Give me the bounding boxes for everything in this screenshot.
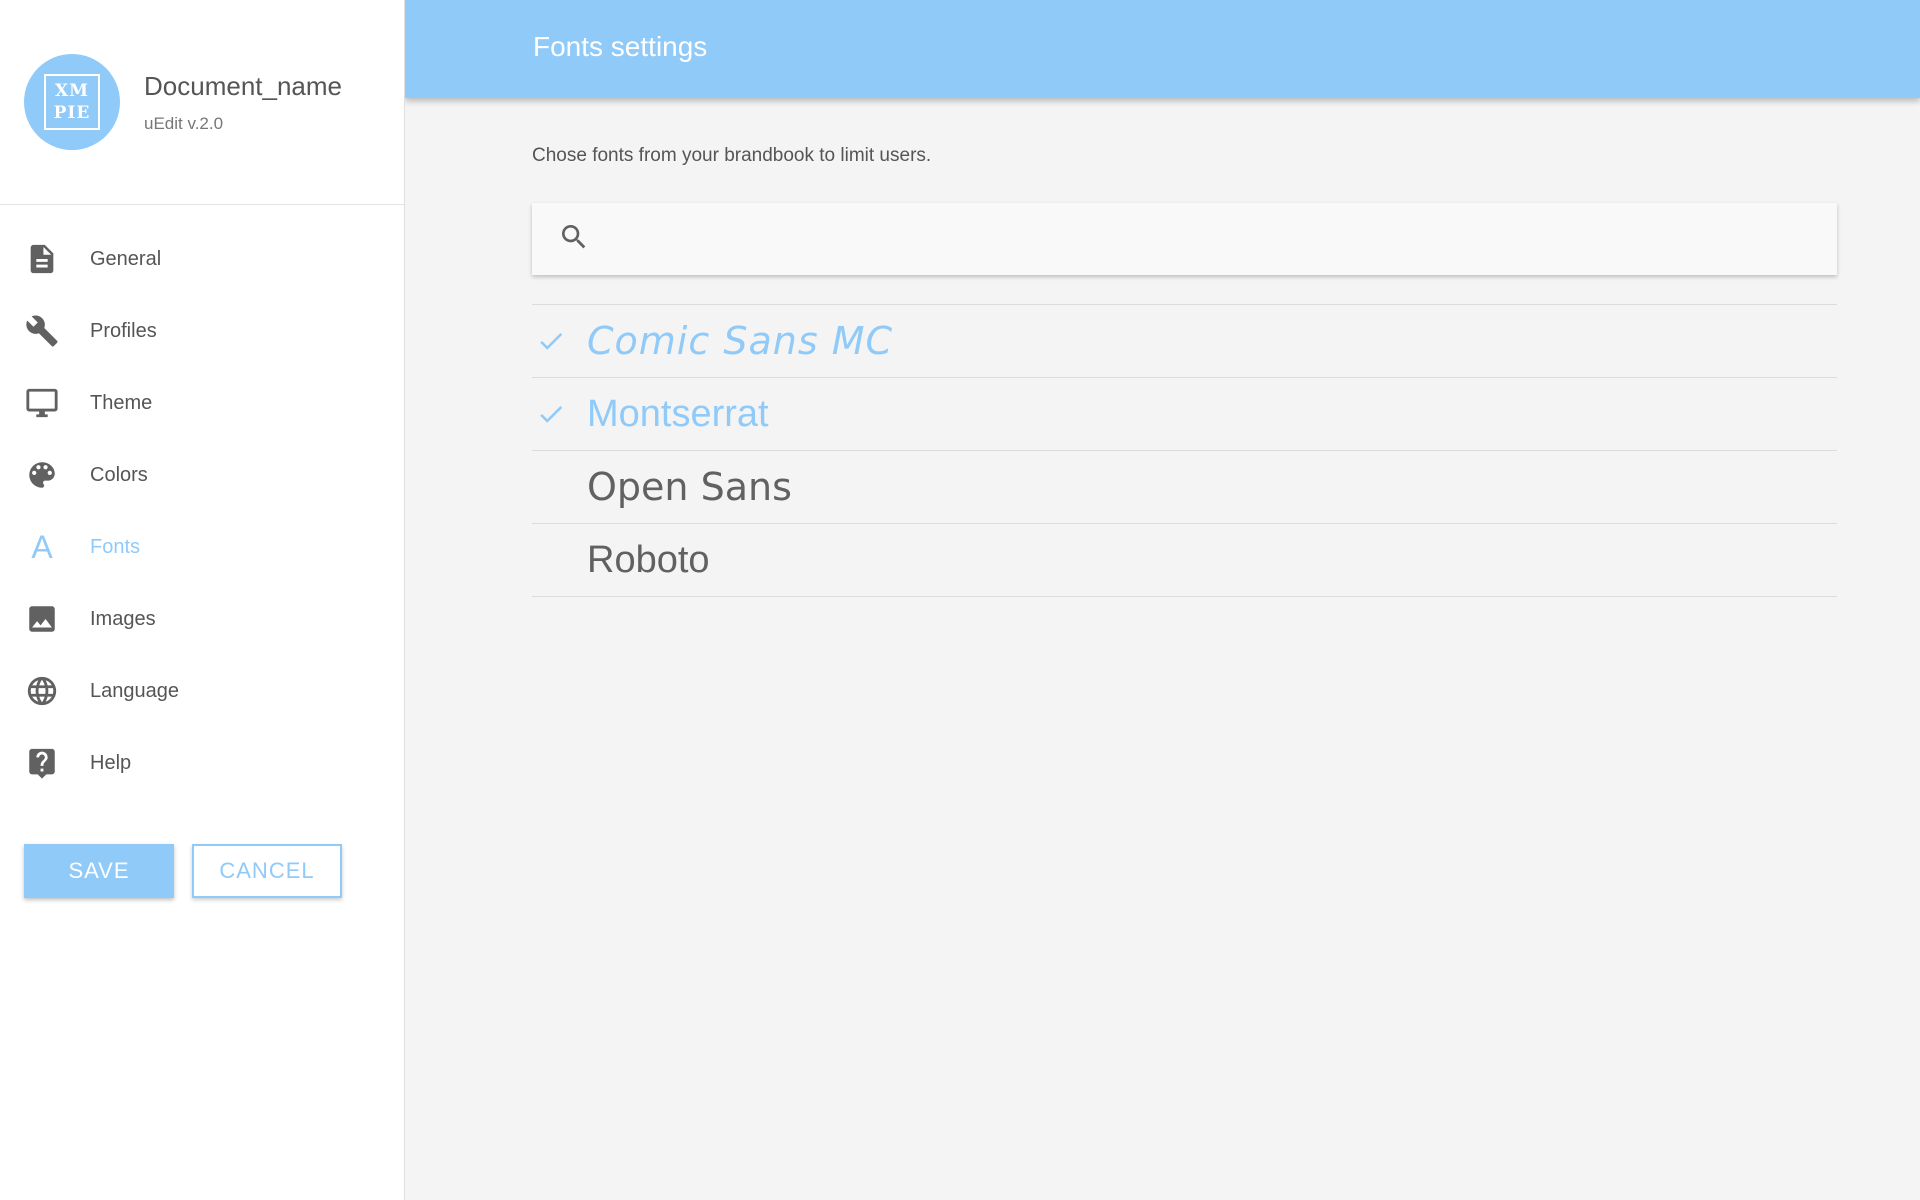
- font-search-input[interactable]: [606, 203, 1837, 275]
- document-icon: [24, 241, 60, 277]
- font-item-comic-sans-mc[interactable]: Comic Sans MC: [532, 305, 1837, 378]
- sidebar-item-label: Images: [90, 607, 156, 630]
- page-description: Chose fonts from your brandbook to limit…: [532, 145, 932, 166]
- font-list: Comic Sans MC Montserrat Open Sans Robot…: [532, 304, 1837, 597]
- wrench-icon: [24, 313, 60, 349]
- app-version: uEdit v.2.0: [144, 113, 224, 133]
- sidebar-item-general[interactable]: General: [0, 223, 404, 295]
- font-item-label: Open Sans: [587, 465, 792, 509]
- palette-icon: [24, 457, 60, 493]
- sidebar-item-label: Language: [90, 679, 179, 702]
- top-bar: Fonts settings: [405, 0, 1920, 98]
- font-item-open-sans[interactable]: Open Sans: [532, 451, 1837, 524]
- check-icon: [532, 399, 587, 429]
- sidebar-item-profiles[interactable]: Profiles: [0, 295, 404, 367]
- font-search-box: [532, 203, 1837, 275]
- form-actions: SAVE CANCEL: [24, 844, 342, 898]
- monitor-icon: [24, 385, 60, 421]
- search-icon: [558, 221, 590, 258]
- logo-text-line1: XM: [54, 81, 89, 101]
- sidebar-item-label: General: [90, 247, 162, 270]
- document-info: Document_name uEdit v.2.0: [144, 71, 342, 134]
- sidebar-item-colors[interactable]: Colors: [0, 439, 404, 511]
- globe-icon: [24, 673, 60, 709]
- sidebar-item-label: Theme: [90, 391, 153, 414]
- font-icon-glyph: A: [31, 528, 53, 565]
- image-icon: [24, 601, 60, 637]
- font-item-label: Roboto: [587, 538, 710, 581]
- sidebar-item-images[interactable]: Images: [0, 583, 404, 655]
- sidebar-item-language[interactable]: Language: [0, 655, 404, 727]
- sidebar-item-fonts[interactable]: A Fonts: [0, 511, 404, 583]
- save-button[interactable]: SAVE: [24, 844, 174, 898]
- sidebar-item-label: Help: [90, 751, 132, 774]
- document-header: XM PIE Document_name uEdit v.2.0: [0, 0, 404, 205]
- main-content: Chose fonts from your brandbook to limit…: [532, 98, 1837, 597]
- logo-mark: XM PIE: [44, 74, 100, 130]
- document-name: Document_name: [144, 70, 342, 101]
- font-item-montserrat[interactable]: Montserrat: [532, 378, 1837, 451]
- sidebar-item-label: Fonts: [90, 535, 141, 558]
- sidebar-item-label: Colors: [90, 463, 148, 486]
- check-icon: [532, 326, 587, 356]
- font-item-roboto[interactable]: Roboto: [532, 524, 1837, 597]
- sidebar-item-theme[interactable]: Theme: [0, 367, 404, 439]
- sidebar-item-label: Profiles: [90, 319, 157, 342]
- sidebar-item-help[interactable]: Help: [0, 727, 404, 799]
- app-root: XM PIE Document_name uEdit v.2.0 General: [0, 0, 1920, 1200]
- font-icon: A: [24, 529, 60, 565]
- logo-text-line2: PIE: [53, 103, 91, 123]
- sidebar-nav: General Profiles Theme Colors A Fonts Im…: [0, 205, 404, 799]
- font-item-label: Montserrat: [587, 392, 769, 435]
- help-icon: [24, 745, 60, 781]
- cancel-button[interactable]: CANCEL: [192, 844, 342, 898]
- xmpie-logo: XM PIE: [24, 54, 120, 150]
- sidebar: XM PIE Document_name uEdit v.2.0 General: [0, 0, 405, 1200]
- font-item-label: Comic Sans MC: [587, 319, 894, 363]
- page-title: Fonts settings: [533, 31, 708, 62]
